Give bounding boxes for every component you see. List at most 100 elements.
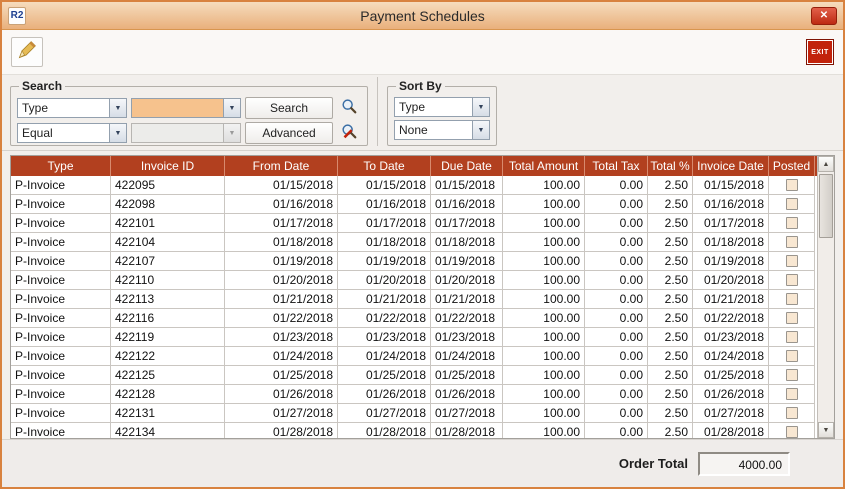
search-icon <box>340 97 358 120</box>
cell-posted <box>769 176 815 195</box>
posted-checkbox[interactable] <box>786 331 798 343</box>
table-row[interactable]: P-Invoice42209801/16/201801/16/201801/16… <box>11 195 817 214</box>
cell-posted <box>769 233 815 252</box>
title-bar[interactable]: R2 Payment Schedules ✕ <box>2 2 843 30</box>
table-row[interactable]: P-Invoice42213101/27/201801/27/201801/27… <box>11 404 817 423</box>
cell-type: P-Invoice <box>11 385 111 404</box>
cell-from_date: 01/15/2018 <box>225 176 338 195</box>
cell-total_amount: 100.00 <box>503 328 585 347</box>
cell-type: P-Invoice <box>11 347 111 366</box>
cell-from_date: 01/28/2018 <box>225 423 338 438</box>
table-row[interactable]: P-Invoice42211001/20/201801/20/201801/20… <box>11 271 817 290</box>
scrollbar-thumb[interactable] <box>819 174 833 238</box>
chevron-down-icon[interactable]: ▼ <box>223 99 240 117</box>
table-row[interactable]: P-Invoice42211901/23/201801/23/201801/23… <box>11 328 817 347</box>
cell-from_date: 01/16/2018 <box>225 195 338 214</box>
cell-due_date: 01/16/2018 <box>431 195 503 214</box>
posted-checkbox[interactable] <box>786 217 798 229</box>
table-row[interactable]: P-Invoice42211301/21/201801/21/201801/21… <box>11 290 817 309</box>
cell-to_date: 01/23/2018 <box>338 328 431 347</box>
column-header[interactable]: Posted <box>769 156 815 176</box>
cell-to_date: 01/28/2018 <box>338 423 431 438</box>
vertical-scrollbar[interactable]: ▲ ▼ <box>817 156 834 438</box>
cell-invoice_date: 01/17/2018 <box>693 214 769 233</box>
column-header[interactable]: Invoice Date <box>693 156 769 176</box>
scroll-up-button[interactable]: ▲ <box>818 156 834 172</box>
table-row[interactable]: P-Invoice42212501/25/201801/25/201801/25… <box>11 366 817 385</box>
posted-checkbox[interactable] <box>786 293 798 305</box>
advanced-search-button[interactable] <box>337 122 361 144</box>
column-header[interactable]: Type <box>11 156 111 176</box>
posted-checkbox[interactable] <box>786 388 798 400</box>
chevron-down-icon[interactable]: ▼ <box>109 99 126 117</box>
cell-posted <box>769 290 815 309</box>
posted-checkbox[interactable] <box>786 198 798 210</box>
posted-checkbox[interactable] <box>786 312 798 324</box>
cell-invoice_date: 01/15/2018 <box>693 176 769 195</box>
column-header[interactable]: Due Date <box>431 156 503 176</box>
cell-invoice_date: 01/27/2018 <box>693 404 769 423</box>
column-header[interactable]: Total % <box>648 156 693 176</box>
payment-schedules-window: R2 Payment Schedules ✕ EXIT Search <box>0 0 845 489</box>
chevron-down-icon[interactable]: ▼ <box>472 121 489 139</box>
search-button[interactable]: Search <box>245 97 333 119</box>
table-row[interactable]: P-Invoice42212801/26/201801/26/201801/26… <box>11 385 817 404</box>
posted-checkbox[interactable] <box>786 350 798 362</box>
exit-button[interactable]: EXIT <box>806 39 834 65</box>
cell-invoice_id: 422119 <box>111 328 225 347</box>
table-row[interactable]: P-Invoice42213401/28/201801/28/201801/28… <box>11 423 817 438</box>
cell-due_date: 01/27/2018 <box>431 404 503 423</box>
cell-type: P-Invoice <box>11 309 111 328</box>
cell-due_date: 01/21/2018 <box>431 290 503 309</box>
scrollbar-track[interactable] <box>818 172 834 422</box>
posted-checkbox[interactable] <box>786 179 798 191</box>
table-row[interactable]: P-Invoice42210101/17/201801/17/201801/17… <box>11 214 817 233</box>
cell-invoice_id: 422122 <box>111 347 225 366</box>
table-row[interactable]: P-Invoice42210701/19/201801/19/201801/19… <box>11 252 817 271</box>
edit-button[interactable] <box>11 37 43 67</box>
posted-checkbox[interactable] <box>786 255 798 267</box>
search-operator-combo[interactable]: Equal ▼ <box>17 123 127 143</box>
scroll-down-icon: ▼ <box>823 427 830 434</box>
sort-row-2: None ▼ <box>394 120 490 140</box>
advanced-button[interactable]: Advanced <box>245 122 333 144</box>
cell-invoice_date: 01/28/2018 <box>693 423 769 438</box>
cell-total_pct: 2.50 <box>648 347 693 366</box>
pencil-icon <box>17 40 37 65</box>
cell-to_date: 01/26/2018 <box>338 385 431 404</box>
cell-due_date: 01/25/2018 <box>431 366 503 385</box>
posted-checkbox[interactable] <box>786 407 798 419</box>
advanced-button-label: Advanced <box>262 126 315 140</box>
sort-field-combo[interactable]: Type ▼ <box>394 97 490 117</box>
table-row[interactable]: P-Invoice42211601/22/201801/22/201801/22… <box>11 309 817 328</box>
search-group-label: Search <box>19 79 65 93</box>
search-field-combo[interactable]: Type ▼ <box>17 98 127 118</box>
cell-total_pct: 2.50 <box>648 233 693 252</box>
cell-to_date: 01/22/2018 <box>338 309 431 328</box>
column-header[interactable]: Invoice ID <box>111 156 225 176</box>
posted-checkbox[interactable] <box>786 274 798 286</box>
chevron-down-icon[interactable]: ▼ <box>109 124 126 142</box>
table-row[interactable]: P-Invoice42210401/18/201801/18/201801/18… <box>11 233 817 252</box>
column-header[interactable]: Total Amount <box>503 156 585 176</box>
scroll-down-button[interactable]: ▼ <box>818 422 834 438</box>
search-sort-band: Search Type ▼ ▼ Search <box>2 75 843 151</box>
column-header[interactable]: Total Tax <box>585 156 648 176</box>
order-total-field: 4000.00 <box>698 452 790 476</box>
search-value-combo[interactable]: ▼ <box>131 98 241 118</box>
close-button[interactable]: ✕ <box>811 7 837 25</box>
posted-checkbox[interactable] <box>786 426 798 438</box>
posted-checkbox[interactable] <box>786 369 798 381</box>
table-row[interactable]: P-Invoice42209501/15/201801/15/201801/15… <box>11 176 817 195</box>
table-row[interactable]: P-Invoice42212201/24/201801/24/201801/24… <box>11 347 817 366</box>
cell-total_pct: 2.50 <box>648 195 693 214</box>
quick-search-button[interactable] <box>337 97 361 119</box>
cell-from_date: 01/23/2018 <box>225 328 338 347</box>
column-header[interactable]: To Date <box>338 156 431 176</box>
posted-checkbox[interactable] <box>786 236 798 248</box>
sort-direction-combo[interactable]: None ▼ <box>394 120 490 140</box>
cell-total_amount: 100.00 <box>503 176 585 195</box>
chevron-down-icon[interactable]: ▼ <box>472 98 489 116</box>
column-header[interactable]: From Date <box>225 156 338 176</box>
cell-from_date: 01/20/2018 <box>225 271 338 290</box>
